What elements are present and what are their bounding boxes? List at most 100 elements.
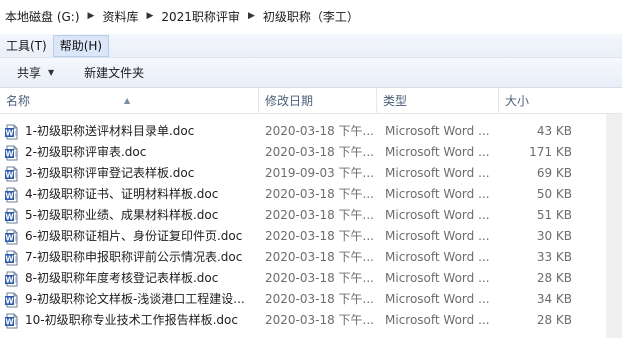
word-document-icon: W <box>4 145 20 161</box>
svg-text:W: W <box>5 128 14 137</box>
file-row[interactable]: W 9-初级职称论文样板-浅谈港口工程建设... 2020-03-18 下午... M… <box>0 289 622 310</box>
file-modified: 2019-09-03 下午... <box>265 166 374 180</box>
word-document-icon: W <box>4 166 20 182</box>
svg-text:W: W <box>5 191 14 200</box>
file-name: 1-初级职称送评材料目录单.doc <box>25 124 195 138</box>
file-modified: 2020-03-18 下午... <box>265 187 374 201</box>
vertical-scrollbar[interactable] <box>606 114 622 338</box>
svg-text:W: W <box>5 317 14 326</box>
file-name-cell[interactable]: W 5-初级职称业绩、成果材料样板.doc <box>4 205 254 226</box>
file-size: 28 KB <box>536 313 572 327</box>
column-header-size[interactable]: 大小 <box>498 88 578 114</box>
share-label: 共享 <box>17 65 42 80</box>
file-name-cell[interactable]: W 3-初级职称评审登记表样板.doc <box>4 163 254 184</box>
menu-bar: 工具(T) 帮助(H) <box>0 34 622 58</box>
chevron-right-icon[interactable]: ▶ <box>140 11 159 21</box>
word-document-icon: W <box>4 292 20 308</box>
chevron-right-icon[interactable]: ▶ <box>82 11 101 21</box>
file-size: 43 KB <box>536 124 572 138</box>
file-type: Microsoft Word ... <box>385 166 490 180</box>
file-name: 9-初级职称论文样板-浅谈港口工程建设... <box>25 292 245 306</box>
file-type: Microsoft Word ... <box>385 313 490 327</box>
breadcrumb-drive[interactable]: 本地磁盘 (G:) <box>3 8 82 25</box>
file-type: Microsoft Word ... <box>385 124 490 138</box>
file-size: 171 KB <box>529 145 572 159</box>
sort-ascending-icon: ▲ <box>124 96 131 105</box>
breadcrumb-library[interactable]: 资料库 <box>100 8 140 25</box>
column-name-label: 名称 <box>6 94 31 108</box>
file-name-cell[interactable]: W 4-初级职称证书、证明材料样板.doc <box>4 184 254 205</box>
file-type: Microsoft Word ... <box>385 250 490 264</box>
svg-text:W: W <box>5 170 14 179</box>
file-list: W 1-初级职称送评材料目录单.doc 2020-03-18 下午... Micros… <box>0 121 622 331</box>
file-row[interactable]: W 7-初级职称申报职称评前公示情况表.doc 2020-03-18 下午... Mi… <box>0 247 622 268</box>
chevron-right-icon[interactable]: ▶ <box>242 11 261 21</box>
file-modified: 2020-03-18 下午... <box>265 124 374 138</box>
file-name: 3-初级职称评审登记表样板.doc <box>25 166 195 180</box>
file-name-cell[interactable]: W 7-初级职称申报职称评前公示情况表.doc <box>4 247 254 268</box>
file-name: 7-初级职称申报职称评前公示情况表.doc <box>25 250 243 264</box>
menu-help[interactable]: 帮助(H) <box>52 34 110 57</box>
file-type: Microsoft Word ... <box>385 229 490 243</box>
file-modified: 2020-03-18 下午... <box>265 250 374 264</box>
file-row[interactable]: W 2-初级职称评审表.doc 2020-03-18 下午... Microsoft … <box>0 142 622 163</box>
file-type: Microsoft Word ... <box>385 292 490 306</box>
breadcrumb-review[interactable]: 2021职称评审 <box>159 8 242 25</box>
file-name-cell[interactable]: W 10-初级职称专业技术工作报告样板.doc <box>4 310 254 331</box>
file-size: 50 KB <box>536 187 572 201</box>
file-size: 34 KB <box>536 292 572 306</box>
column-header-modified[interactable]: 修改日期 <box>258 88 376 114</box>
file-name: 2-初级职称评审表.doc <box>25 145 147 159</box>
word-document-icon: W <box>4 187 20 203</box>
word-document-icon: W <box>4 229 20 245</box>
word-document-icon: W <box>4 313 20 329</box>
file-name: 10-初级职称专业技术工作报告样板.doc <box>25 313 238 327</box>
svg-text:W: W <box>5 275 14 284</box>
file-modified: 2020-03-18 下午... <box>265 292 374 306</box>
file-modified: 2020-03-18 下午... <box>265 313 374 327</box>
word-document-icon: W <box>4 271 20 287</box>
file-row[interactable]: W 1-初级职称送评材料目录单.doc 2020-03-18 下午... Micros… <box>0 121 622 142</box>
word-document-icon: W <box>4 208 20 224</box>
file-name: 5-初级职称业绩、成果材料样板.doc <box>25 208 219 222</box>
file-size: 33 KB <box>536 250 572 264</box>
file-size: 51 KB <box>536 208 572 222</box>
file-name-cell[interactable]: W 8-初级职称年度考核登记表样板.doc <box>4 268 254 289</box>
svg-text:W: W <box>5 212 14 221</box>
file-name: 8-初级职称年度考核登记表样板.doc <box>25 271 219 285</box>
file-name: 6-初级职称证相片、身份证复印件页.doc <box>25 229 243 243</box>
file-modified: 2020-03-18 下午... <box>265 208 374 222</box>
word-document-icon: W <box>4 250 20 266</box>
file-row[interactable]: W 6-初级职称证相片、身份证复印件页.doc 2020-03-18 下午... Mi… <box>0 226 622 247</box>
svg-text:W: W <box>5 254 14 263</box>
svg-text:W: W <box>5 149 14 158</box>
file-row[interactable]: W 5-初级职称业绩、成果材料样板.doc 2020-03-18 下午... Micr… <box>0 205 622 226</box>
word-document-icon: W <box>4 124 20 140</box>
menu-tools[interactable]: 工具(T) <box>0 35 53 57</box>
address-bar[interactable]: 本地磁盘 (G:) ▶ 资料库 ▶ 2021职称评审 ▶ 初级职称（李工） <box>0 0 622 32</box>
column-header-type[interactable]: 类型 <box>376 88 498 114</box>
breadcrumb-current-folder[interactable]: 初级职称（李工） <box>261 8 361 25</box>
file-row[interactable]: W 10-初级职称专业技术工作报告样板.doc 2020-03-18 下午... Mi… <box>0 310 622 331</box>
file-row[interactable]: W 4-初级职称证书、证明材料样板.doc 2020-03-18 下午... Micr… <box>0 184 622 205</box>
file-name: 4-初级职称证书、证明材料样板.doc <box>25 187 219 201</box>
file-name-cell[interactable]: W 1-初级职称送评材料目录单.doc <box>4 121 254 142</box>
file-modified: 2020-03-18 下午... <box>265 271 374 285</box>
file-name-cell[interactable]: W 9-初级职称论文样板-浅谈港口工程建设... <box>4 289 254 310</box>
new-folder-button[interactable]: 新建文件夹 <box>76 61 152 85</box>
file-name-cell[interactable]: W 2-初级职称评审表.doc <box>4 142 254 163</box>
column-header-name[interactable]: 名称 ▲ <box>0 88 258 114</box>
file-size: 30 KB <box>536 229 572 243</box>
file-type: Microsoft Word ... <box>385 271 490 285</box>
file-name-cell[interactable]: W 6-初级职称证相片、身份证复印件页.doc <box>4 226 254 247</box>
new-folder-label: 新建文件夹 <box>84 65 145 80</box>
file-row[interactable]: W 3-初级职称评审登记表样板.doc 2019-09-03 下午... Micros… <box>0 163 622 184</box>
file-type: Microsoft Word ... <box>385 187 490 201</box>
file-size: 28 KB <box>536 271 572 285</box>
file-row[interactable]: W 8-初级职称年度考核登记表样板.doc 2020-03-18 下午... Micr… <box>0 268 622 289</box>
share-button[interactable]: 共享 ▼ <box>9 61 62 85</box>
file-modified: 2020-03-18 下午... <box>265 229 374 243</box>
chevron-down-icon: ▼ <box>48 67 55 77</box>
svg-text:W: W <box>5 233 14 242</box>
command-bar: 共享 ▼ 新建文件夹 <box>0 58 622 88</box>
